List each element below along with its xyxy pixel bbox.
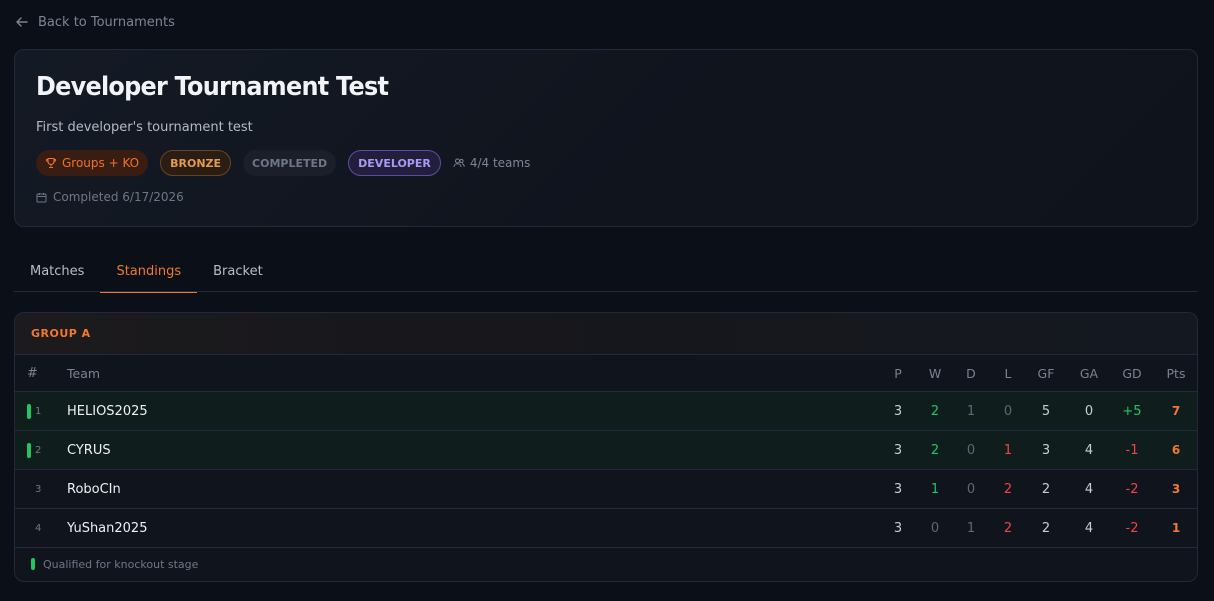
- back-label: Back to Tournaments: [38, 14, 175, 30]
- team-name: HELIOS2025: [67, 403, 148, 419]
- goal-difference-cell: +5: [1122, 403, 1142, 419]
- format-label: Groups + KO: [62, 156, 140, 170]
- points-cell: 1: [1171, 521, 1181, 535]
- tab-matches[interactable]: Matches: [14, 250, 100, 292]
- goals-against-cell: 0: [1084, 403, 1094, 419]
- tournament-badges: Groups + KO BRONZE COMPLETED DEVELOPER 4…: [36, 150, 530, 176]
- standings-header-row: # Team P W D L GF GA GD Pts: [15, 355, 1197, 392]
- points-cell: 3: [1171, 482, 1181, 496]
- team-name: CYRUS: [67, 442, 111, 458]
- qualification-legend: Qualified for knockout stage: [15, 548, 1197, 580]
- back-to-tournaments-link[interactable]: Back to Tournaments: [15, 13, 175, 31]
- arrow-left-icon: [16, 17, 28, 27]
- tournament-title: Developer Tournament Test: [36, 72, 389, 102]
- qualified-indicator: [27, 443, 31, 458]
- table-row[interactable]: 3 RoboCIn 3 1 0 2 2 4 -2 3: [15, 470, 1197, 509]
- rank-cell: 1: [35, 405, 42, 417]
- goal-difference-cell: -2: [1125, 520, 1139, 536]
- calendar-icon: [36, 192, 47, 202]
- tournament-description: First developer's tournament test: [36, 120, 253, 135]
- goals-for-cell: 2: [1041, 481, 1051, 497]
- trophy-icon: [45, 157, 57, 169]
- draws-cell: 0: [966, 481, 976, 497]
- tab-bracket[interactable]: Bracket: [197, 250, 279, 292]
- goals-against-cell: 4: [1084, 442, 1094, 458]
- team-name: RoboCIn: [67, 481, 121, 497]
- users-icon: [453, 158, 465, 168]
- goal-difference-cell: -2: [1125, 481, 1139, 497]
- col-goals-for: GF: [1037, 365, 1055, 381]
- wins-cell: 0: [930, 520, 940, 536]
- team-name: YuShan2025: [67, 520, 148, 536]
- col-team: Team: [67, 365, 101, 381]
- qualified-swatch: [31, 558, 35, 570]
- played-cell: 3: [893, 442, 903, 458]
- category-badge: DEVELOPER: [348, 150, 441, 176]
- losses-cell: 2: [1003, 481, 1013, 497]
- wins-cell: 2: [930, 442, 940, 458]
- rank-cell: 3: [35, 483, 42, 495]
- played-cell: 3: [893, 481, 903, 497]
- col-goal-difference: GD: [1122, 365, 1142, 381]
- col-played: P: [894, 365, 902, 381]
- format-badge: Groups + KO: [36, 150, 149, 176]
- losses-cell: 2: [1003, 520, 1013, 536]
- col-wins: W: [928, 365, 942, 381]
- team-count-label: 4/4 teams: [469, 156, 531, 170]
- goals-against-cell: 4: [1084, 520, 1094, 536]
- rank-cell: 4: [35, 522, 42, 534]
- group-standings-card: GROUP A # Team P W D L GF GA GD Pts 1 HE…: [14, 312, 1198, 582]
- table-row[interactable]: 1 HELIOS2025 3 2 1 0 5 0 +5 7: [15, 392, 1197, 431]
- goals-for-cell: 2: [1041, 520, 1051, 536]
- draws-cell: 1: [966, 403, 976, 419]
- played-cell: 3: [893, 403, 903, 419]
- col-draws: D: [966, 365, 976, 381]
- goal-difference-cell: -1: [1125, 442, 1139, 458]
- tab-standings[interactable]: Standings: [100, 250, 197, 293]
- played-cell: 3: [893, 520, 903, 536]
- table-row[interactable]: 2 CYRUS 3 2 0 1 3 4 -1 6: [15, 431, 1197, 470]
- completed-label: Completed 6/17/2026: [53, 190, 184, 204]
- table-row[interactable]: 4 YuShan2025 3 0 1 2 2 4 -2 1: [15, 509, 1197, 548]
- tournament-header-card: Developer Tournament Test First develope…: [14, 49, 1198, 227]
- losses-cell: 1: [1003, 442, 1013, 458]
- wins-cell: 2: [930, 403, 940, 419]
- col-goals-against: GA: [1079, 365, 1099, 381]
- tournament-tabs: Matches Standings Bracket: [14, 250, 1198, 293]
- draws-cell: 1: [966, 520, 976, 536]
- points-cell: 6: [1171, 443, 1181, 457]
- team-count: 4/4 teams: [453, 156, 531, 170]
- goals-against-cell: 4: [1084, 481, 1094, 497]
- col-losses: L: [1004, 365, 1012, 381]
- status-badge: COMPLETED: [243, 150, 337, 176]
- qualified-indicator: [27, 404, 31, 419]
- goals-for-cell: 5: [1041, 403, 1051, 419]
- col-rank: #: [27, 365, 38, 381]
- draws-cell: 0: [966, 442, 976, 458]
- rank-cell: 2: [35, 444, 42, 456]
- group-name: GROUP A: [31, 327, 91, 340]
- group-header: GROUP A: [15, 313, 1197, 355]
- wins-cell: 1: [930, 481, 940, 497]
- tier-badge: BRONZE: [160, 150, 232, 176]
- legend-label: Qualified for knockout stage: [43, 557, 199, 571]
- col-points: Pts: [1166, 365, 1186, 381]
- points-cell: 7: [1171, 404, 1181, 418]
- goals-for-cell: 3: [1041, 442, 1051, 458]
- completed-date: Completed 6/17/2026: [36, 190, 184, 204]
- losses-cell: 0: [1003, 403, 1013, 419]
